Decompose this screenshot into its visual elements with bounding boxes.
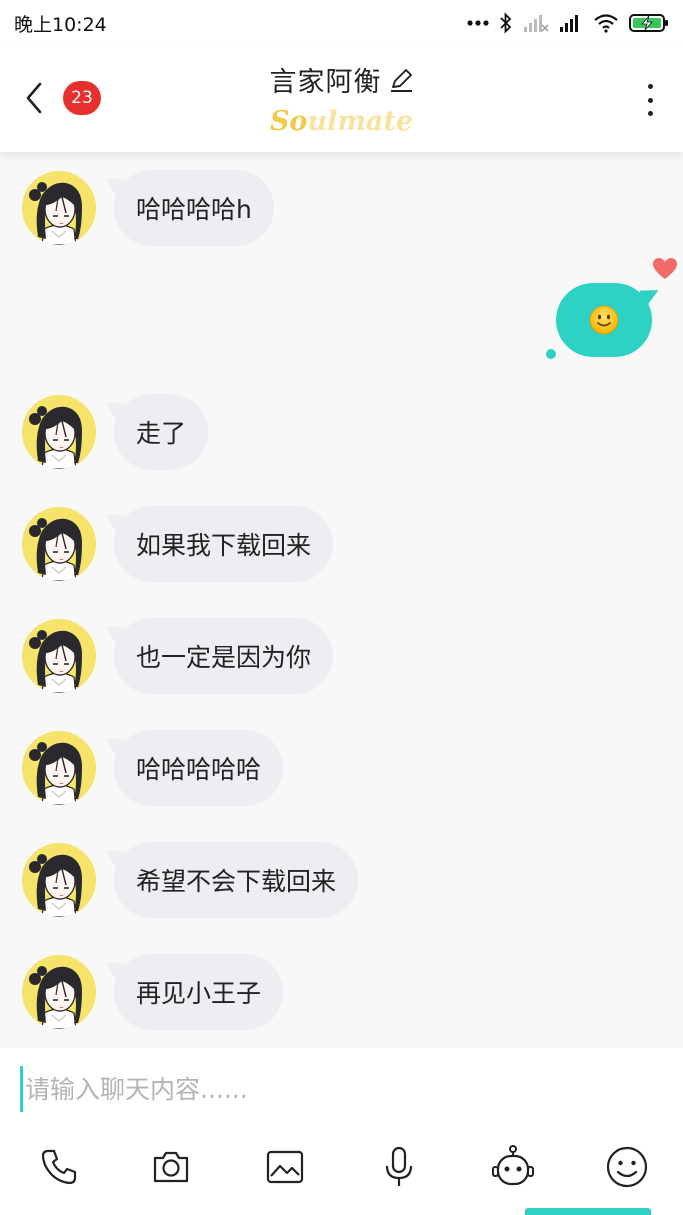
dots-icon [467, 20, 489, 26]
avatar-image [22, 171, 96, 245]
message-bubble[interactable]: 希望不会下载回来 [114, 842, 359, 918]
avatar-image [22, 731, 96, 805]
image-icon [266, 1150, 304, 1184]
avatar[interactable] [22, 731, 96, 805]
more-options-button[interactable] [645, 84, 655, 116]
status-bar: 晚上10:24 [0, 0, 683, 46]
chat-header: 23 言家阿衡 Soulmate [0, 46, 683, 152]
message-bubble[interactable]: 再见小王子 [114, 954, 284, 1030]
message-bubble[interactable]: 哈哈哈哈哈 [114, 730, 284, 806]
smiley-icon [606, 1146, 648, 1188]
status-time: 晚上10:24 [14, 13, 107, 36]
soulmate-logo: Soulmate [0, 106, 683, 137]
status-icons [467, 12, 669, 34]
robot-button[interactable] [490, 1144, 536, 1190]
message-row: 哈哈哈哈哈 [22, 728, 284, 808]
avatar-image [22, 619, 96, 693]
avatar[interactable] [22, 843, 96, 917]
microphone-icon [385, 1146, 413, 1186]
sent-status-dot [546, 349, 556, 359]
avatar-image [22, 955, 96, 1029]
avatar-image [22, 507, 96, 581]
soulmate-logo-part1: So [269, 106, 308, 137]
avatar[interactable] [22, 171, 96, 245]
avatar[interactable] [22, 955, 96, 1029]
message-bubble[interactable]: 也一定是因为你 [114, 618, 334, 694]
soulmate-logo-part2: ulmate [307, 106, 414, 137]
voice-button[interactable] [376, 1144, 422, 1190]
message-row: 走了 [22, 392, 209, 472]
more-vertical-icon [647, 84, 653, 89]
message-bubble[interactable]: 哈哈哈哈h [114, 170, 274, 246]
avatar[interactable] [22, 507, 96, 581]
contact-name: 言家阿衡 [269, 67, 382, 98]
pencil-icon[interactable] [388, 67, 414, 93]
slightly-smiling-face-icon [589, 305, 619, 335]
battery-charging-icon [629, 14, 668, 32]
camera-icon [153, 1151, 189, 1183]
avatar[interactable] [22, 619, 96, 693]
bottom-bar-indicator [525, 1208, 651, 1215]
image-button[interactable] [262, 1144, 308, 1190]
avatar-image [22, 843, 96, 917]
heart-icon[interactable] [652, 257, 678, 281]
avatar[interactable] [22, 395, 96, 469]
message-row: 也一定是因为你 [22, 616, 334, 696]
message-row: 再见小王子 [22, 952, 284, 1032]
camera-button[interactable] [148, 1144, 194, 1190]
phone-icon [41, 1149, 77, 1185]
message-row: 如果我下载回来 [22, 504, 334, 584]
message-bubble[interactable]: 走了 [114, 394, 209, 470]
bluetooth-icon [500, 12, 512, 34]
signal-icon [560, 15, 578, 32]
emoji-button[interactable] [604, 1144, 650, 1190]
message-row: 希望不会下载回来 [22, 840, 359, 920]
robot-icon [492, 1145, 534, 1186]
wifi-icon [594, 14, 618, 33]
message-bubble[interactable]: 如果我下载回来 [114, 506, 334, 582]
message-bubble-outgoing[interactable] [556, 283, 652, 357]
chat-input[interactable] [20, 1066, 660, 1112]
input-area [0, 1048, 683, 1215]
signal-off-icon [524, 15, 549, 32]
title-wrap: 言家阿衡 [0, 60, 683, 99]
input-toolbar [0, 1144, 683, 1190]
call-button[interactable] [36, 1144, 82, 1190]
message-row: 哈哈哈哈h [22, 168, 274, 248]
avatar-image [22, 395, 96, 469]
